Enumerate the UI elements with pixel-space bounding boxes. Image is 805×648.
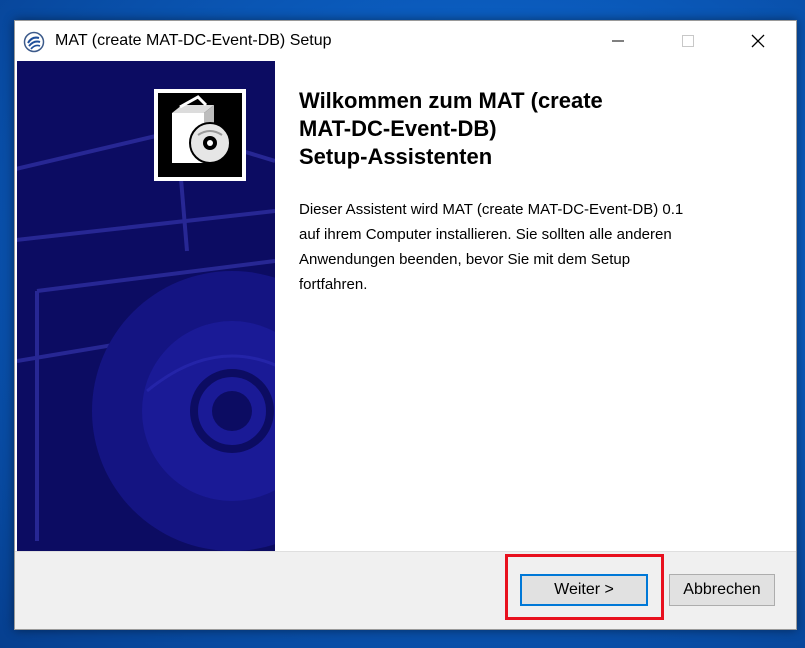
highlight-annotation <box>505 554 664 620</box>
title-bar: MAT (create MAT-DC-Event-DB) Setup <box>15 21 796 61</box>
setup-window: MAT (create MAT-DC-Event-DB) Setup Wilko… <box>14 20 797 630</box>
close-icon <box>751 34 765 48</box>
maximize-button[interactable] <box>663 21 713 61</box>
description-line: auf ihrem Computer installieren. Sie sol… <box>299 226 672 243</box>
welcome-description: Dieser Assistent wird MAT (create MAT-DC… <box>299 197 769 297</box>
desktop-background: MAT (create MAT-DC-Event-DB) Setup Wilko… <box>0 0 805 648</box>
welcome-content: Wilkommen zum MAT (create MAT-DC-Event-D… <box>299 87 769 297</box>
install-package-cd-icon <box>172 95 231 164</box>
cancel-button[interactable]: Abbrechen <box>669 574 775 606</box>
setup-app-icon <box>23 31 45 53</box>
window-title: MAT (create MAT-DC-Event-DB) Setup <box>55 32 332 49</box>
description-line: Dieser Assistent wird MAT (create MAT-DC… <box>299 201 684 218</box>
description-line: Anwendungen beenden, bevor Sie mit dem S… <box>299 251 631 268</box>
welcome-heading: Wilkommen zum MAT (create MAT-DC-Event-D… <box>299 87 769 171</box>
description-line: fortfahren. <box>299 276 368 293</box>
wizard-side-panel <box>17 61 275 551</box>
maximize-icon <box>682 35 694 47</box>
logo-background <box>158 93 242 177</box>
close-button[interactable] <box>733 21 783 61</box>
heading-line: MAT-DC-Event-DB) <box>299 116 497 141</box>
minimize-icon <box>612 40 624 42</box>
minimize-button[interactable] <box>593 21 643 61</box>
heading-line: Wilkommen zum MAT (create <box>299 88 603 113</box>
setup-logo-frame <box>154 89 246 181</box>
heading-line: Setup-Assistenten <box>299 144 493 169</box>
